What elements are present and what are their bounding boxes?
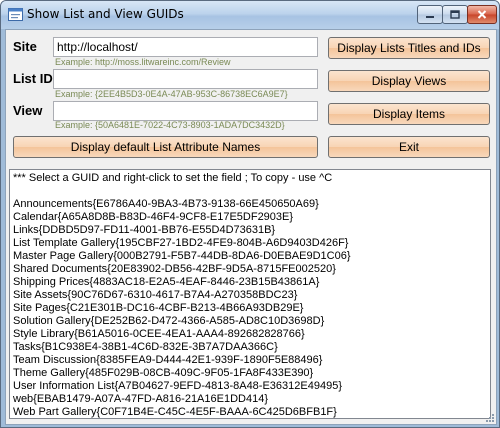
display-views-button[interactable]: Display Views <box>328 70 490 92</box>
minimize-icon <box>426 15 434 18</box>
output-line[interactable]: Tasks{B1C938E4-38B1-4C6D-832E-3B7A7DAA36… <box>13 341 351 354</box>
output-line[interactable]: User Information List{A7B04627-9EFD-4813… <box>13 380 351 393</box>
output-line[interactable]: Shipping Prices{4883AC18-E2A5-4EAF-8446-… <box>13 276 351 289</box>
output-line[interactable] <box>13 185 351 198</box>
output-line[interactable]: Web Part Gallery{C0F71B4E-C45C-4E5F-BAAA… <box>13 406 351 419</box>
view-label: View <box>13 103 43 118</box>
site-hint: Example: http://moss.litwareinc.com/Revi… <box>55 57 231 67</box>
list-id-label: List ID <box>13 71 53 86</box>
output-line[interactable]: Announcements{E6786A40-9BA3-4B73-9138-66… <box>13 198 351 211</box>
maximize-icon <box>450 10 460 19</box>
list-id-input[interactable] <box>53 69 318 89</box>
display-lists-button[interactable]: Display Lists Titles and IDs <box>328 37 490 59</box>
maximize-button[interactable] <box>442 5 468 24</box>
title-bar[interactable]: Show List and View GUIDs <box>1 1 499 29</box>
app-window: Show List and View GUIDs Site http://loc… <box>0 0 500 428</box>
output-textbox[interactable]: *** Select a GUID and right-click to set… <box>9 169 491 419</box>
output-line[interactable]: web{EBAB1479-A07A-47FD-A816-21A16E1DD414… <box>13 393 351 406</box>
display-default-attributes-button[interactable]: Display default List Attribute Names <box>13 136 318 158</box>
output-line[interactable]: Theme Gallery{485F029B-08CB-409C-9F05-1F… <box>13 367 351 380</box>
display-items-button[interactable]: Display Items <box>328 103 490 125</box>
output-line[interactable]: Team Discussion{8385FEA9-D444-42E1-939F-… <box>13 354 351 367</box>
view-input[interactable] <box>53 101 318 121</box>
output-line[interactable]: Site Pages{C21E301B-DC16-4CBF-B213-4B66A… <box>13 302 351 315</box>
list-id-hint: Example: {2EE4B5D3-0E4A-47AB-953C-86738E… <box>55 89 288 99</box>
app-icon <box>8 8 23 21</box>
output-line[interactable]: Style Library{B61A5016-0CEE-4EA1-AAA4-89… <box>13 328 351 341</box>
output-line[interactable]: *** Select a GUID and right-click to set… <box>13 172 351 185</box>
form-client-area: Site http://localhost/ Example: http://m… <box>5 29 497 425</box>
output-line[interactable]: Master Page Gallery{000B2791-F5B7-44DB-8… <box>13 250 351 263</box>
close-button[interactable] <box>467 5 497 24</box>
output-line[interactable]: Solution Gallery{DE252B62-D472-4366-A585… <box>13 315 351 328</box>
resize-grip-icon[interactable] <box>484 412 495 423</box>
output-lines: *** Select a GUID and right-click to set… <box>13 172 351 419</box>
minimize-button[interactable] <box>417 5 443 24</box>
window-title: Show List and View GUIDs <box>27 7 184 21</box>
site-label: Site <box>13 39 37 54</box>
output-line[interactable]: Site Assets{90C76D67-6310-4617-B7A4-A270… <box>13 289 351 302</box>
output-line[interactable]: Calendar{A65A8D8B-B83D-46F4-9CF8-E17E5DF… <box>13 211 351 224</box>
output-line[interactable]: List Template Gallery{195CBF27-1BD2-4FE9… <box>13 237 351 250</box>
exit-button[interactable]: Exit <box>328 136 490 158</box>
close-icon <box>477 10 487 19</box>
view-hint: Example: {50A6481E-7022-4C73-8903-1ADA7D… <box>55 120 285 130</box>
output-line[interactable]: Links{DDBD5D97-FD11-4001-BB76-E55D4D7363… <box>13 224 351 237</box>
output-line[interactable]: Shared Documents{20E83902-DB56-42BF-9D5A… <box>13 263 351 276</box>
site-input[interactable]: http://localhost/ <box>53 37 318 57</box>
